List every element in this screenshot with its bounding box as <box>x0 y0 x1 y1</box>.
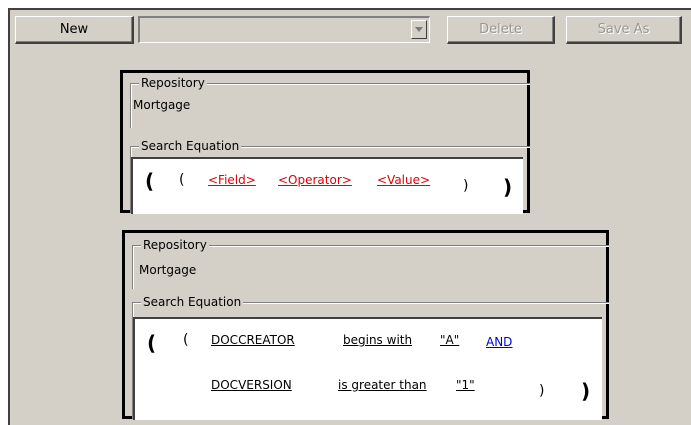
open-outer-paren[interactable]: ( <box>147 333 156 353</box>
new-button[interactable]: New <box>15 16 134 44</box>
repository-value: Mortgage <box>139 263 197 277</box>
open-outer-paren[interactable]: ( <box>145 171 154 191</box>
repository-group: Repository Mortgage <box>132 237 609 289</box>
condition-1-value[interactable]: "A" <box>440 333 459 347</box>
condition-1-field[interactable]: DOCCREATOR <box>211 333 295 347</box>
condition-2-operator[interactable]: is greater than <box>338 378 427 392</box>
search-equation-group: Search Equation ( ( <Field> <Operator> <… <box>130 138 530 214</box>
open-inner-paren[interactable]: ( <box>179 172 184 188</box>
condition-2-value[interactable]: "1" <box>456 378 475 392</box>
equation-editor[interactable]: ( ( <Field> <Operator> <Value> ) ) <box>131 157 523 214</box>
equation-editor[interactable]: ( ( DOCCREATOR begins with "A" AND DOCVE… <box>133 317 602 420</box>
close-inner-paren[interactable]: ) <box>463 178 468 194</box>
close-outer-paren[interactable]: ) <box>581 381 590 401</box>
logic-operator-and[interactable]: AND <box>486 335 512 349</box>
repository-legend: Repository <box>139 75 207 91</box>
dropdown-arrow-icon[interactable] <box>411 20 427 39</box>
search-equation-group: Search Equation ( ( DOCCREATOR begins wi… <box>132 294 609 420</box>
delete-button[interactable]: Delete <box>447 16 555 44</box>
criteria-panel-1: Repository Mortgage Search Equation ( ( … <box>120 70 530 214</box>
open-inner-paren[interactable]: ( <box>183 332 188 348</box>
search-equation-legend: Search Equation <box>139 138 242 154</box>
search-equation-legend: Search Equation <box>141 294 244 310</box>
repository-value: Mortgage <box>133 98 191 112</box>
condition-2-field[interactable]: DOCVERSION <box>211 378 292 392</box>
value-placeholder[interactable]: <Value> <box>377 173 430 187</box>
repository-legend: Repository <box>141 237 209 253</box>
field-placeholder[interactable]: <Field> <box>208 173 256 187</box>
save-as-button-label: Save As <box>597 22 650 37</box>
criteria-panel-2: Repository Mortgage Search Equation ( ( … <box>122 230 609 420</box>
operator-placeholder[interactable]: <Operator> <box>278 173 352 187</box>
save-as-button[interactable]: Save As <box>566 16 682 44</box>
repository-group: Repository Mortgage <box>130 75 530 128</box>
close-outer-paren[interactable]: ) <box>503 177 512 197</box>
condition-1-operator[interactable]: begins with <box>343 333 412 347</box>
delete-button-label: Delete <box>479 22 522 37</box>
new-button-label: New <box>59 22 89 37</box>
close-inner-paren[interactable]: ) <box>539 383 544 399</box>
saved-query-select[interactable] <box>138 16 430 43</box>
